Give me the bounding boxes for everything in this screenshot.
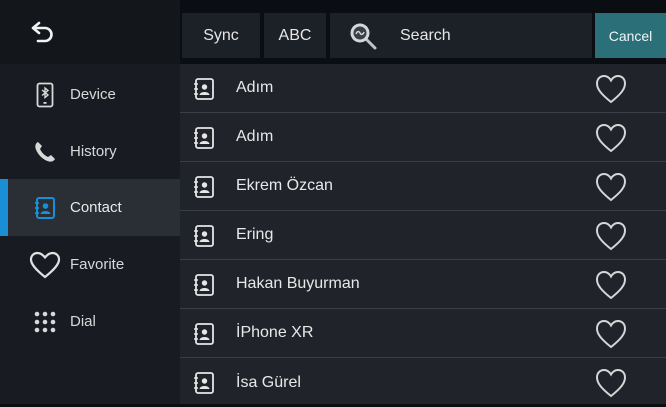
contact-name: Ekrem Özcan [236,177,333,194]
search-button[interactable]: Search [330,13,592,58]
sidebar-item-favorite[interactable]: Favorite [0,236,180,293]
contact-name: Adım [236,128,274,145]
active-indicator [0,179,8,236]
contact-card-icon [194,274,214,296]
sidebar-item-label: Dial [70,313,96,330]
contact-card-icon [194,176,214,198]
contact-name: Hakan Buyurman [236,275,360,292]
cancel-button[interactable]: Cancel [595,13,666,58]
contact-name: İPhone XR [236,324,314,341]
back-arrow-icon [31,21,53,43]
abc-button[interactable]: ABC [264,13,326,58]
sidebar-item-history[interactable]: History [0,123,180,180]
contact-card-icon [194,127,214,149]
favorite-heart-icon[interactable] [594,73,628,105]
contact-name: Ering [236,226,274,243]
contact-row[interactable]: Ekrem Özcan [180,162,666,211]
contact-card-icon [194,323,214,345]
back-button[interactable] [0,0,180,64]
sync-button[interactable]: Sync [182,13,260,58]
dialpad-icon [33,308,57,336]
contact-row[interactable]: İPhone XR [180,309,666,358]
favorite-heart-icon[interactable] [594,318,628,350]
search-icon [350,23,377,49]
app-root: Device History Contact Favorite Dial Syn… [0,0,666,404]
contact-row[interactable]: Adım [180,113,666,162]
phone-bluetooth-icon [33,81,57,109]
contact-book-icon [33,194,57,222]
favorite-heart-icon[interactable] [594,367,628,399]
search-label: Search [400,26,451,44]
contact-name: Adım [236,79,274,96]
sidebar-item-label: History [70,143,117,160]
contact-name: İsa Gürel [236,373,301,391]
favorite-heart-icon[interactable] [594,269,628,301]
favorite-heart-icon[interactable] [594,171,628,203]
toolbar: Sync ABC Search Cancel [180,0,666,64]
contact-row[interactable]: Hakan Buyurman [180,260,666,309]
contact-card-icon [194,372,214,394]
sidebar-item-device[interactable]: Device [0,66,180,123]
sidebar-item-label: Device [70,86,116,103]
contact-card-icon [194,78,214,100]
heart-icon [29,251,61,279]
contact-row[interactable]: Ering [180,211,666,260]
contact-row[interactable]: Adım [180,64,666,113]
contact-row[interactable]: İsa Gürel [180,358,666,407]
sidebar-item-contact[interactable]: Contact [0,179,180,236]
sidebar-item-label: Favorite [70,256,125,273]
contact-list[interactable]: Adım Adım Ekrem Özcan Ering Hakan Buyurm… [180,64,666,404]
sidebar-item-label: Contact [70,199,122,216]
favorite-heart-icon[interactable] [594,122,628,154]
contact-card-icon [194,225,214,247]
favorite-heart-icon[interactable] [594,220,628,252]
sidebar: Device History Contact Favorite Dial [0,0,180,404]
sidebar-item-dial[interactable]: Dial [0,293,180,350]
phone-handset-icon [33,138,57,166]
